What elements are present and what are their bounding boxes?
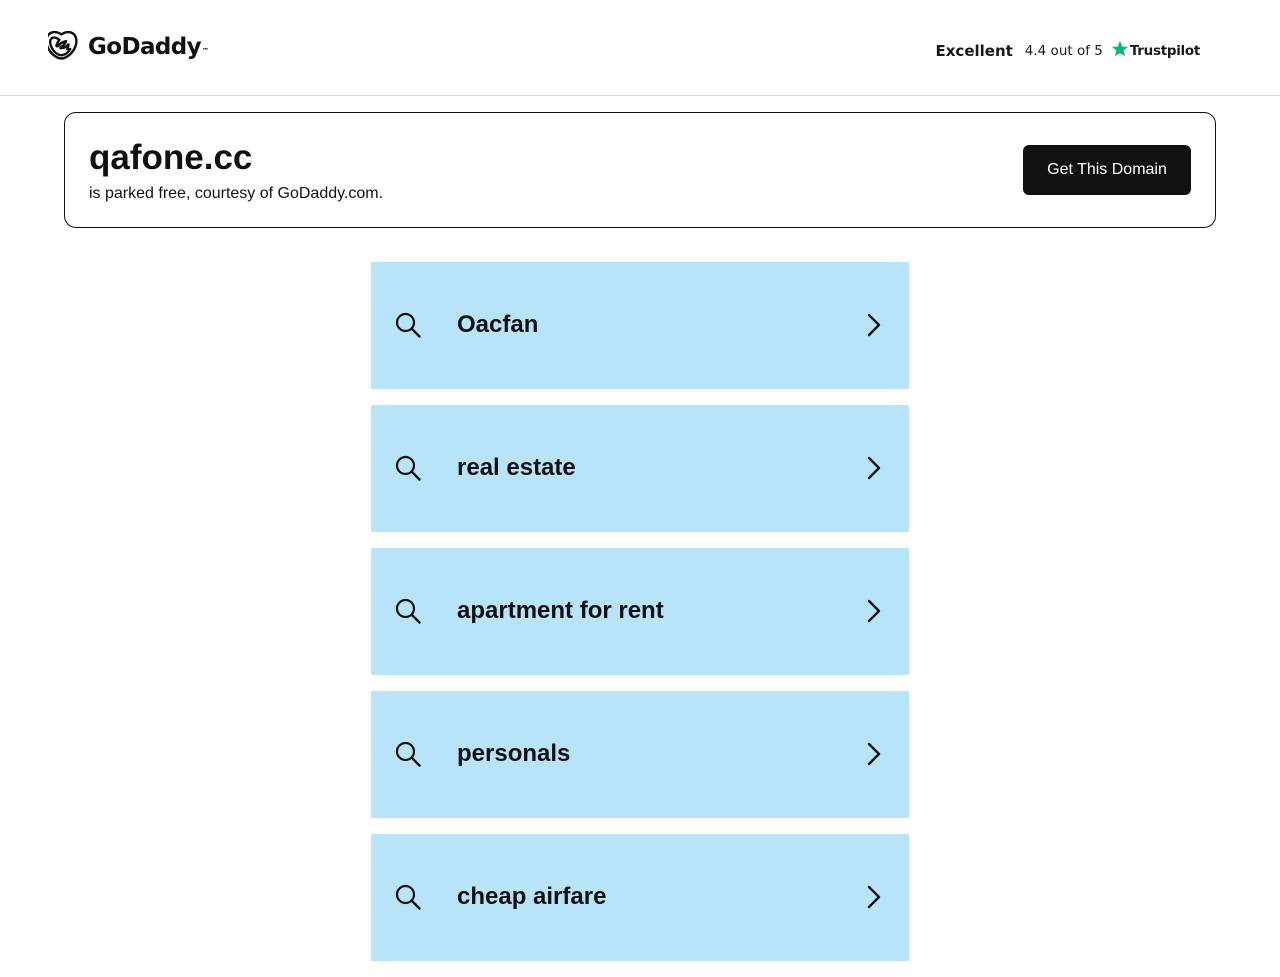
chevron-right-icon: [867, 313, 881, 337]
related-search-label: personals: [457, 740, 571, 767]
search-icon: [395, 884, 421, 910]
search-icon: [395, 455, 421, 481]
related-search-label: cheap airfare: [457, 883, 607, 910]
rating-score: 4.4 out of 5: [1024, 43, 1103, 59]
chevron-right-icon: [867, 742, 881, 766]
godaddy-logo[interactable]: GoDaddy™: [48, 31, 209, 63]
domain-name: qafone.cc: [89, 138, 253, 177]
trustpilot-wordmark: Trustpilot: [1129, 43, 1200, 59]
trustpilot-star-icon: [1111, 40, 1128, 57]
search-icon: [395, 741, 421, 767]
related-search-label: apartment for rent: [457, 597, 664, 624]
chevron-right-icon: [867, 599, 881, 623]
trustpilot-rating[interactable]: Excellent 4.4 out of 5 Trustpilot: [935, 38, 1200, 64]
related-search-item[interactable]: real estate: [371, 405, 909, 532]
related-search-list: Oacfan real estate apartment for rent pe…: [371, 262, 909, 977]
related-search-item[interactable]: Oacfan: [371, 262, 909, 389]
search-icon: [395, 598, 421, 624]
chevron-right-icon: [867, 885, 881, 909]
related-search-label: Oacfan: [457, 311, 539, 338]
get-this-domain-button[interactable]: Get This Domain: [1023, 145, 1191, 195]
related-search-item[interactable]: apartment for rent: [371, 548, 909, 675]
chevron-right-icon: [867, 456, 881, 480]
related-search-item[interactable]: personals: [371, 691, 909, 818]
domain-card: qafone.cc is parked free, courtesy of Go…: [64, 112, 1216, 228]
search-icon: [395, 312, 421, 338]
related-search-item[interactable]: cheap airfare: [371, 834, 909, 961]
trademark-symbol: ™: [202, 47, 209, 55]
rating-word: Excellent: [935, 42, 1013, 60]
related-search-label: real estate: [457, 454, 576, 481]
domain-subtitle: is parked free, courtesy of GoDaddy.com.: [89, 185, 384, 202]
godaddy-logo-icon: [48, 31, 78, 60]
godaddy-wordmark: GoDaddy™: [88, 34, 209, 60]
site-header: GoDaddy™ Excellent 4.4 out of 5 Trustpil…: [0, 0, 1280, 96]
